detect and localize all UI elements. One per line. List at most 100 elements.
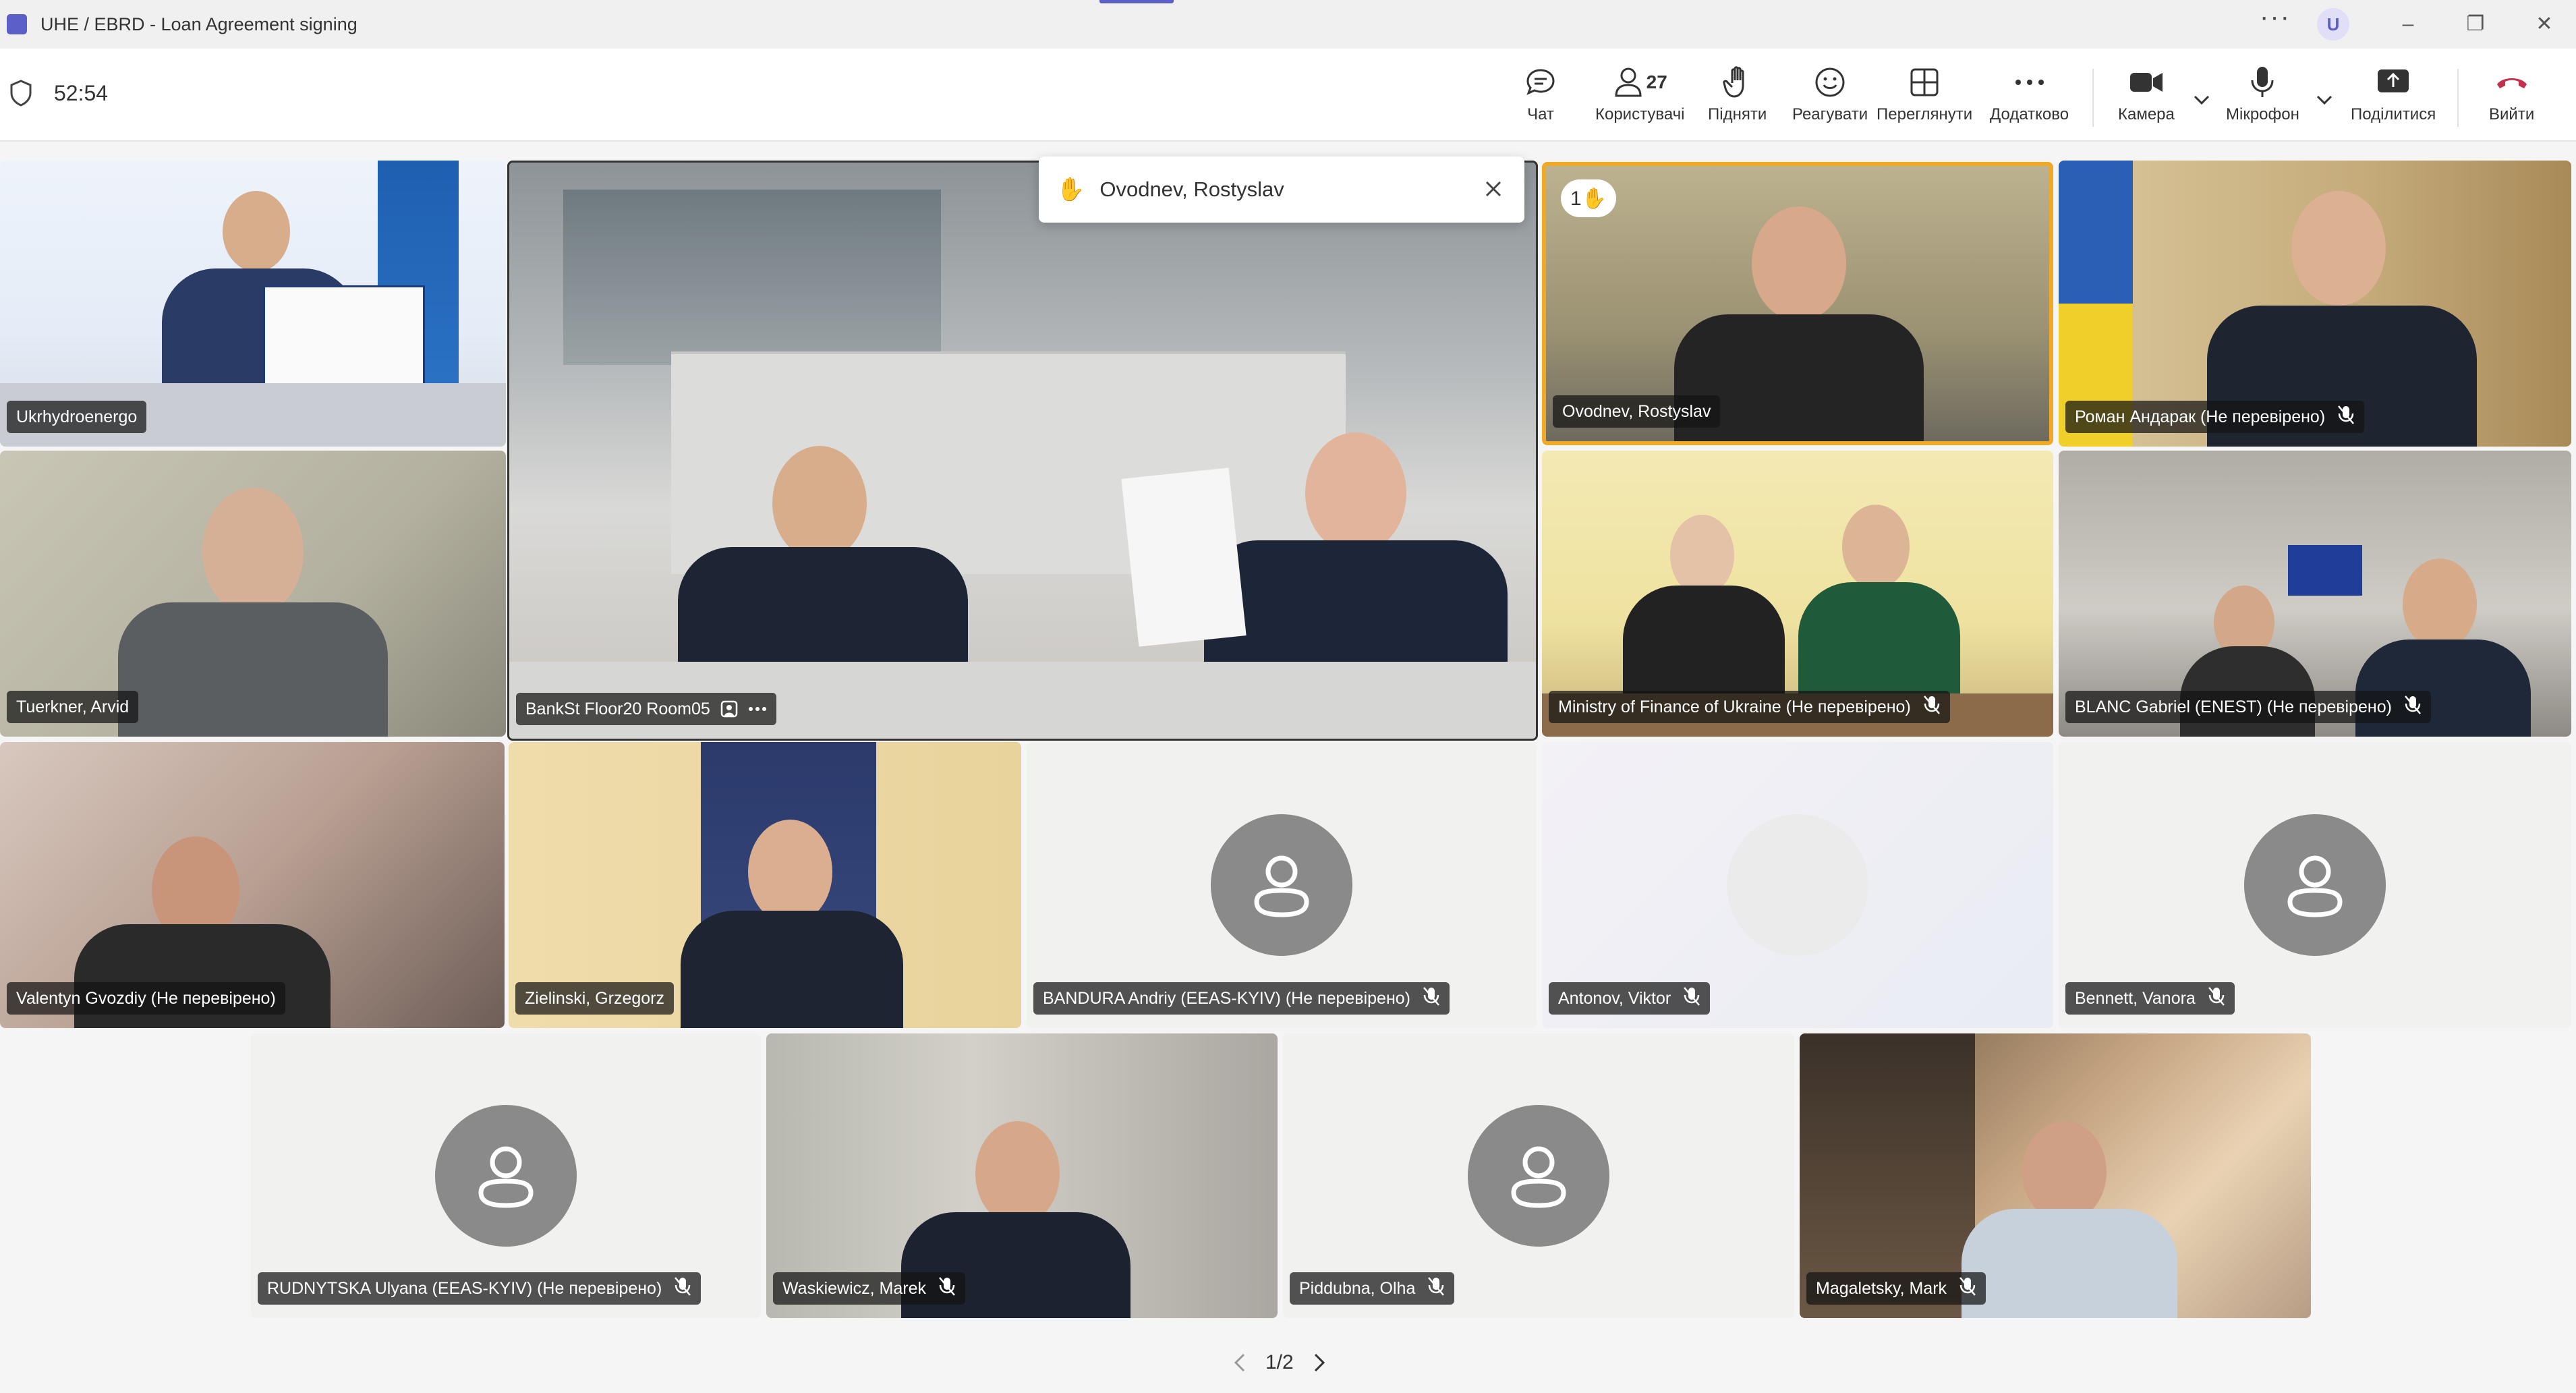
view-button[interactable]: Переглянути [1877, 63, 1972, 124]
participant-name-tag: Valentyn Gvozdiy (Не перевірено) [7, 982, 285, 1015]
person-icon [478, 1146, 534, 1208]
microphone-button[interactable]: Мікрофон [2226, 63, 2299, 124]
participant-name-tag: Bennett, Vanora [2065, 982, 2235, 1015]
toolbar-divider [2092, 69, 2094, 127]
camera-options-chevron-down-icon[interactable] [2188, 86, 2215, 113]
default-avatar [435, 1105, 577, 1247]
participant-head [1752, 206, 1846, 321]
participant-name: BankSt Floor20 Room05 [525, 699, 710, 718]
participant-head [772, 446, 867, 561]
more-options-icon[interactable] [748, 706, 767, 712]
signed-document [263, 285, 425, 393]
more-label: Додатково [1990, 105, 2069, 123]
share-button[interactable]: Поділитися [2351, 63, 2436, 124]
meeting-toolbar: 52:54 Чат 27 Користувачі Підняти Реагува… [0, 49, 2576, 142]
participant-name: Ukrhydroenergo [16, 407, 138, 426]
participant-head [2403, 559, 2477, 650]
react-button[interactable]: Реагувати [1792, 63, 1868, 124]
participant-name-tag: Ukrhydroenergo [7, 401, 147, 433]
microphone-options-chevron-down-icon[interactable] [2311, 86, 2338, 113]
raised-hand-notification[interactable]: ✋ Ovodnev, Rostyslav [1039, 157, 1524, 223]
participant-head [2022, 1121, 2107, 1222]
participant-name-tag: Роман Андарак (Не перевірено) [2065, 401, 2365, 433]
participant-head [748, 820, 832, 924]
participant-head [2291, 191, 2386, 306]
person-icon [2287, 855, 2343, 917]
participant-head [1842, 505, 1910, 589]
video-tile[interactable]: Tuerkner, Arvid [0, 451, 506, 737]
leave-label: Вийти [2489, 105, 2535, 123]
spotlight-video-tile[interactable]: BankSt Floor20 Room05 [507, 161, 1538, 741]
participant-head [1670, 515, 1734, 596]
view-label: Переглянути [1877, 105, 1973, 123]
participant-name: Zielinski, Grzegorz [525, 988, 664, 1008]
close-icon[interactable] [1480, 175, 1507, 202]
camera-label: Камера [2118, 105, 2175, 123]
grid-view-icon [1910, 68, 1939, 96]
participant-body [1798, 582, 1960, 707]
participant-name: Tuerkner, Arvid [16, 697, 130, 716]
microphone-label: Мікрофон [2226, 105, 2299, 123]
leave-button[interactable]: Вийти [2489, 63, 2534, 124]
share-icon [2378, 69, 2409, 92]
restore-button[interactable]: ❐ [2462, 12, 2489, 36]
avatar-tile[interactable]: Bennett, Vanora [2059, 742, 2571, 1028]
participant-name: RUDNYTSKA Ulyana (EEAS-KYIV) (Не перевір… [267, 1278, 662, 1298]
minimize-button[interactable]: – [2395, 12, 2422, 36]
previous-page-chevron-left-icon[interactable] [1228, 1349, 1252, 1376]
eu-flag [2288, 545, 2362, 596]
gallery-pager: 1/2 [1228, 1349, 1332, 1376]
raise-hand-button[interactable]: Підняти [1708, 63, 1767, 124]
video-tile-active-speaker[interactable]: 1✋ Ovodnev, Rostyslav [1542, 162, 2053, 445]
video-tile[interactable]: Ukrhydroenergo [0, 161, 506, 447]
microphone-muted-icon [2404, 695, 2422, 720]
video-tile[interactable]: Роман Андарак (Не перевірено) [2059, 161, 2571, 447]
microphone-muted-icon [1423, 986, 1440, 1011]
video-tile[interactable]: Zielinski, Grzegorz [509, 742, 1021, 1028]
avatar-tile[interactable]: RUDNYTSKA Ulyana (EEAS-KYIV) (Не перевір… [251, 1033, 761, 1318]
people-button[interactable]: 27 Користувачі [1595, 63, 1684, 124]
participant-count: 27 [1646, 72, 1667, 92]
avatar-tile[interactable]: BANDURA Andriy (EEAS-KYIV) (Не перевірен… [1027, 742, 1537, 1028]
close-window-button[interactable]: ✕ [2531, 12, 2558, 36]
next-page-chevron-right-icon[interactable] [1307, 1349, 1332, 1376]
react-label: Реагувати [1792, 105, 1868, 123]
video-tile[interactable]: Magaletsky, Mark [1800, 1033, 2311, 1318]
title-bar: UHE / EBRD - Loan Agreement signing ··· … [0, 0, 2576, 49]
participant-name: Роман Андарак (Не перевірено) [2075, 407, 2326, 426]
microphone-muted-icon [674, 1276, 691, 1301]
participant-head [1305, 432, 1406, 554]
default-avatar [1727, 814, 1868, 956]
people-label: Користувачі [1595, 105, 1685, 123]
camera-button[interactable]: Камера [2118, 63, 2175, 124]
video-tile[interactable]: Valentyn Gvozdiy (Не перевірено) [0, 742, 505, 1028]
participant-head [223, 191, 290, 272]
notification-name: Ovodnev, Rostyslav [1099, 177, 1284, 201]
participant-head [202, 488, 304, 616]
more-options-icon[interactable]: ··· [2260, 3, 2291, 30]
participant-name: Ovodnev, Rostyslav [1562, 401, 1711, 421]
microphone-muted-icon [2208, 986, 2225, 1011]
microphone-muted-icon [1923, 695, 1941, 720]
avatar-tile[interactable]: Antonov, Viktor [1542, 742, 2053, 1028]
flag-blue [2059, 161, 2133, 304]
hang-up-icon [2496, 78, 2527, 88]
participant-name-tag: Ministry of Finance of Ukraine (Не перев… [1549, 691, 1950, 723]
video-tile[interactable]: Ministry of Finance of Ukraine (Не перев… [1542, 451, 2053, 737]
chat-button[interactable]: Чат [1524, 63, 1557, 124]
participant-name: Magaletsky, Mark [1816, 1278, 1947, 1298]
avatar-tile[interactable]: Piddubna, Olha [1283, 1033, 1794, 1318]
more-actions-button[interactable]: Додатково [1990, 63, 2069, 124]
drag-handle[interactable] [1099, 0, 1174, 3]
raise-hand-label: Підняти [1708, 105, 1767, 123]
participant-body [118, 602, 388, 737]
default-avatar [1468, 1105, 1609, 1247]
raised-hand-badge: 1✋ [1561, 179, 1616, 217]
participant-body [1623, 586, 1785, 707]
video-tile[interactable]: BLANC Gabriel (ENEST) (Не перевірено) [2059, 451, 2571, 737]
smiley-icon [1815, 67, 1845, 97]
user-avatar[interactable]: U [2317, 8, 2349, 40]
participant-body [1962, 1209, 2177, 1318]
video-tile[interactable]: Waskiewicz, Marek [766, 1033, 1278, 1318]
microphone-icon [2251, 67, 2274, 97]
